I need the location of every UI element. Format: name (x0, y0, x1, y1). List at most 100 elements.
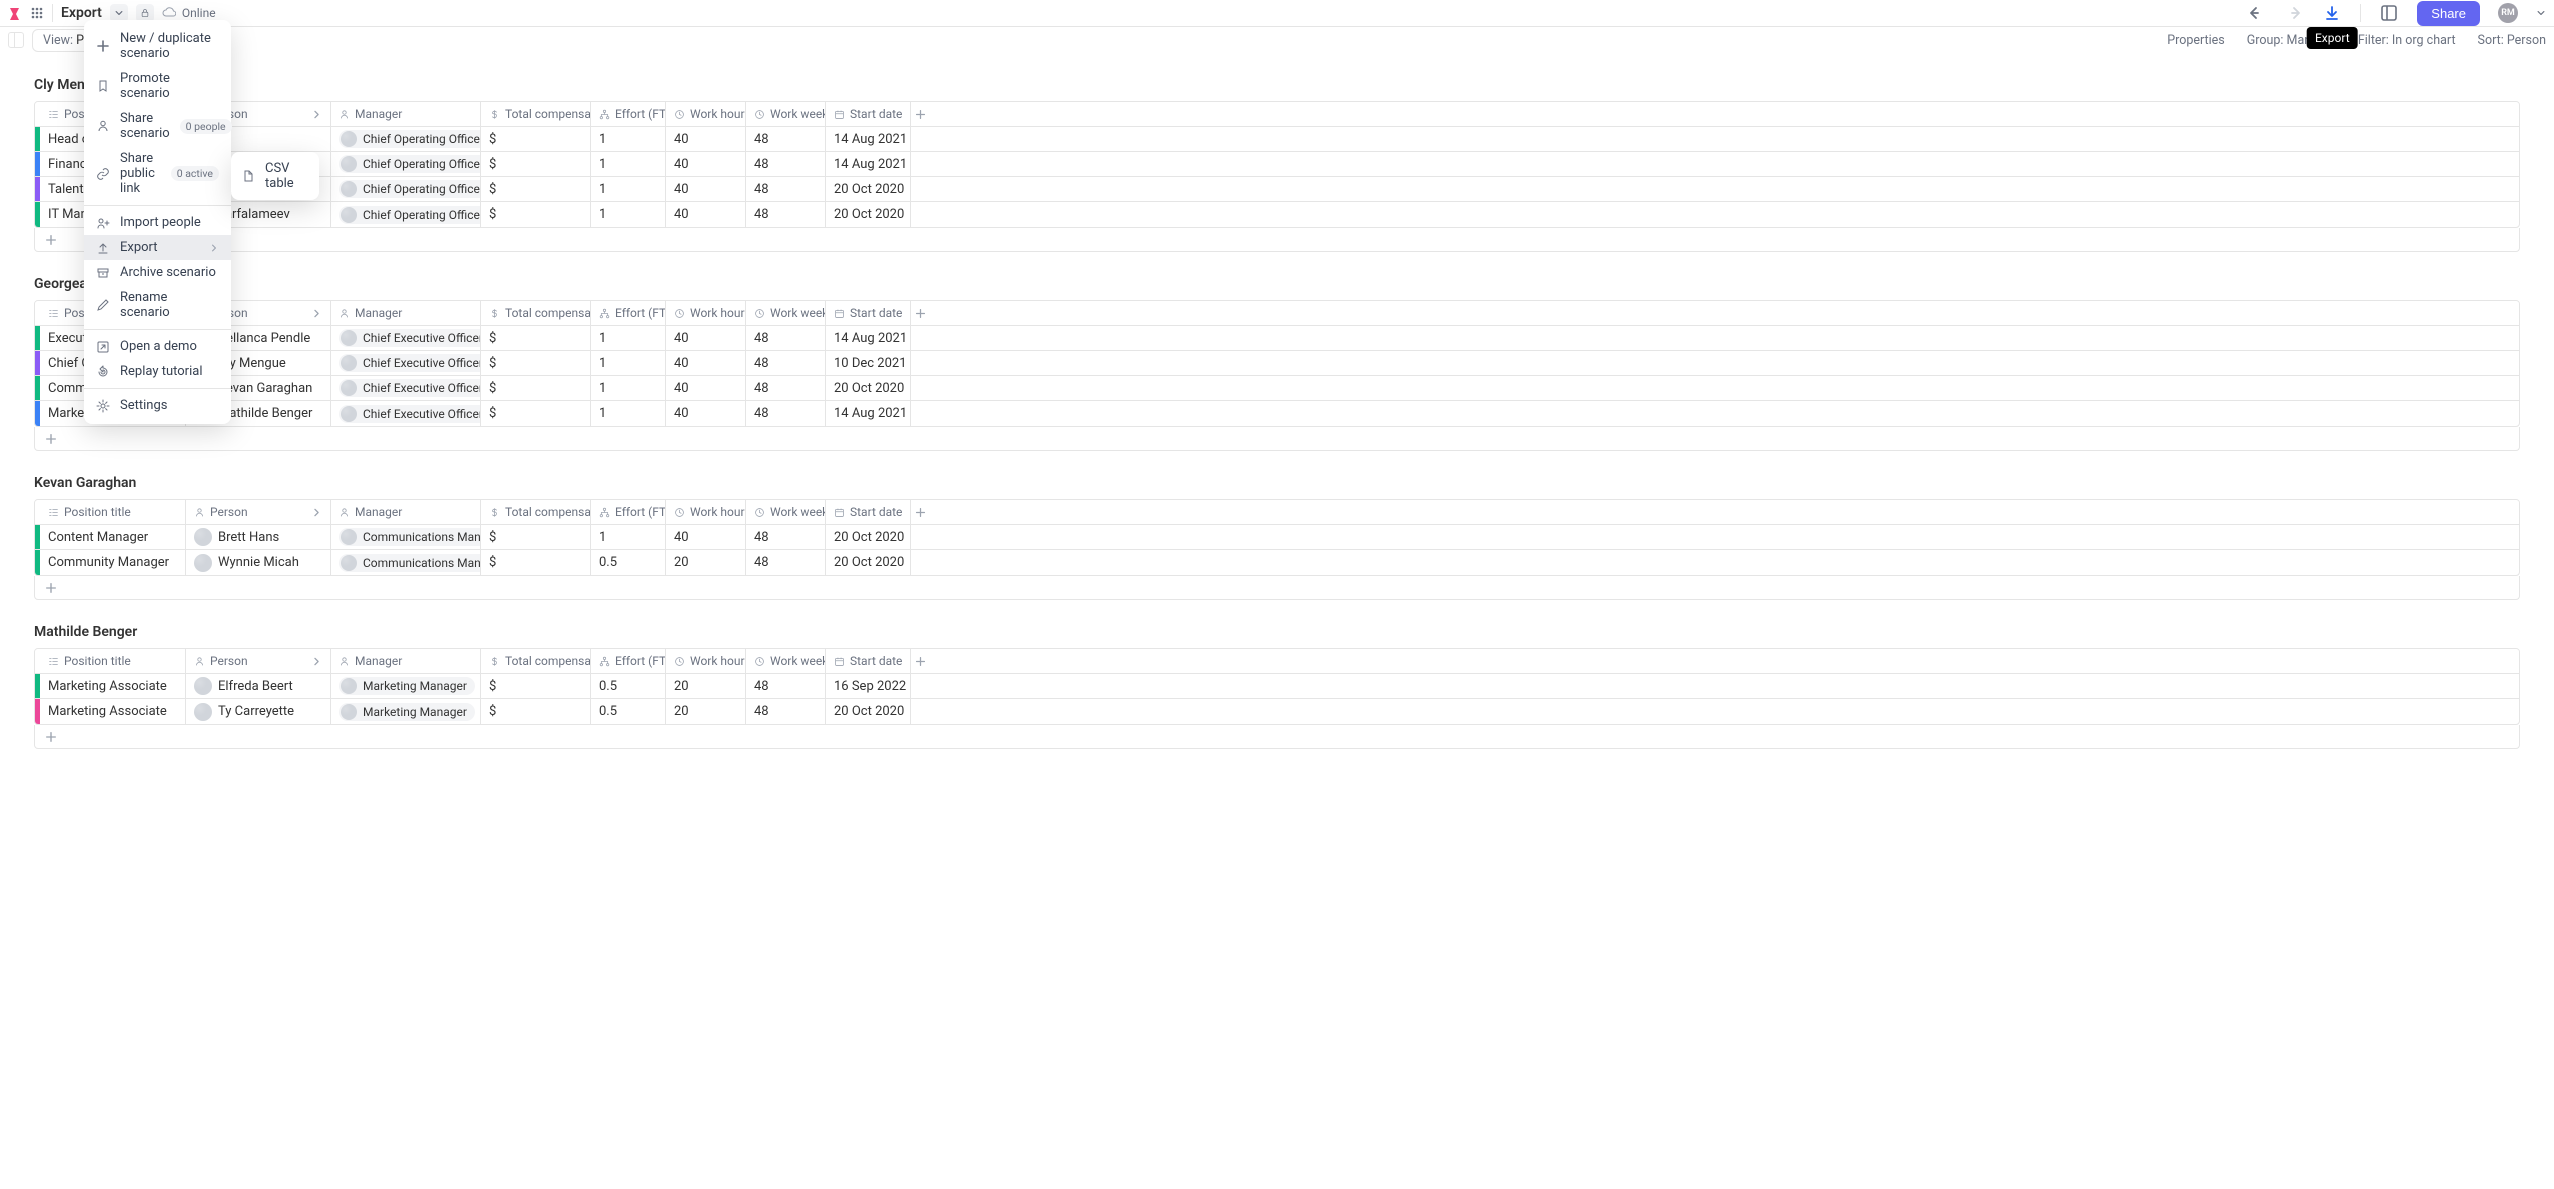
menu-promote-scenario[interactable]: Promote scenario (84, 66, 231, 106)
cell-start[interactable]: 16 Sep 2022 (826, 674, 911, 698)
download-button[interactable] (2322, 3, 2342, 23)
cell-manager[interactable]: Chief Operating Officer (331, 152, 481, 176)
cell-person[interactable]: Wynnie Micah (186, 550, 331, 575)
col-start[interactable]: Start date (826, 301, 911, 325)
cell-weeks[interactable]: 48 (746, 674, 826, 698)
cell-position[interactable]: Marketing Associate (40, 699, 186, 724)
col-manager[interactable]: Manager (331, 301, 481, 325)
col-total-comp[interactable]: Total compensation (481, 500, 591, 524)
manager-chip[interactable]: Chief Operating Officer (339, 130, 481, 148)
table-row[interactable]: Marketing Associate Ty Carreyette Market… (35, 699, 2519, 724)
filter-button[interactable]: Filter: In org chart (2358, 33, 2456, 48)
cell-hours[interactable]: 40 (666, 351, 746, 375)
cell-manager[interactable]: Chief Operating Officer (331, 177, 481, 201)
cell-manager[interactable]: Communications Manager (331, 550, 481, 575)
menu-open-demo[interactable]: Open a demo (84, 334, 231, 359)
add-column-button[interactable] (911, 651, 929, 672)
user-avatar[interactable]: RM (2498, 3, 2518, 23)
col-person[interactable]: Person (186, 500, 331, 524)
manager-chip[interactable]: Chief Operating Officer (339, 155, 481, 173)
manager-chip[interactable]: Marketing Manager (339, 703, 475, 721)
menu-settings[interactable]: Settings (84, 393, 231, 418)
cell-position[interactable]: Community Manager (40, 550, 186, 575)
group-title[interactable]: Mathilde Benger (34, 624, 2520, 640)
cell-hours[interactable]: 40 (666, 152, 746, 176)
cell-hours[interactable]: 40 (666, 401, 746, 426)
cell-manager[interactable]: Chief Executive Officer (331, 376, 481, 400)
add-row-button[interactable] (34, 725, 2520, 749)
cell-start[interactable]: 14 Aug 2021 (826, 127, 911, 151)
cell-manager[interactable]: Chief Executive Officer (331, 351, 481, 375)
cell-hours[interactable]: 40 (666, 127, 746, 151)
cell-fte[interactable]: 0.5 (591, 699, 666, 724)
table-row[interactable]: Communications Manager Kevan Garaghan Ch… (35, 376, 2519, 401)
cell-weeks[interactable]: 48 (746, 326, 826, 350)
cell-hours[interactable]: 20 (666, 674, 746, 698)
share-button[interactable]: Share (2417, 1, 2480, 26)
cell-weeks[interactable]: 48 (746, 401, 826, 426)
menu-archive-scenario[interactable]: Archive scenario (84, 260, 231, 285)
cell-comp[interactable]: $ (481, 699, 591, 724)
cell-hours[interactable]: 40 (666, 525, 746, 549)
col-weeks[interactable]: Work weeks / year (746, 649, 826, 673)
cell-fte[interactable]: 0.5 (591, 674, 666, 698)
cell-fte[interactable]: 1 (591, 127, 666, 151)
table-row[interactable]: Finance Manager ppitt Chief Operating Of… (35, 152, 2519, 177)
cell-weeks[interactable]: 48 (746, 525, 826, 549)
cell-comp[interactable]: $ (481, 326, 591, 350)
cell-manager[interactable]: Chief Executive Officer (331, 326, 481, 350)
add-row-button[interactable] (34, 576, 2520, 600)
cell-start[interactable]: 10 Dec 2021 (826, 351, 911, 375)
panel-toggle-button[interactable] (8, 32, 24, 48)
cell-comp[interactable]: $ (481, 127, 591, 151)
cell-person[interactable]: Elfreda Beert (186, 674, 331, 698)
cell-fte[interactable]: 1 (591, 525, 666, 549)
menu-new-scenario[interactable]: New / duplicate scenario (84, 26, 231, 66)
cell-position[interactable]: Content Manager (40, 525, 186, 549)
cell-weeks[interactable]: 48 (746, 152, 826, 176)
table-row[interactable]: IT Manager Farfalameev Chief Operating O… (35, 202, 2519, 227)
app-logo[interactable] (8, 6, 22, 20)
cell-hours[interactable]: 40 (666, 177, 746, 201)
cell-comp[interactable]: $ (481, 202, 591, 227)
cell-fte[interactable]: 1 (591, 376, 666, 400)
col-weeks[interactable]: Work weeks / year (746, 301, 826, 325)
cell-weeks[interactable]: 48 (746, 202, 826, 227)
cell-person[interactable]: Brett Hans (186, 525, 331, 549)
cell-comp[interactable]: $ (481, 177, 591, 201)
table-row[interactable]: Content Manager Brett Hans Communication… (35, 525, 2519, 550)
cell-fte[interactable]: 1 (591, 326, 666, 350)
cell-manager[interactable]: Chief Operating Officer (331, 127, 481, 151)
add-column-button[interactable] (911, 104, 929, 125)
manager-chip[interactable]: Chief Operating Officer (339, 180, 481, 198)
cell-weeks[interactable]: 48 (746, 127, 826, 151)
table-row[interactable]: Community Manager Wynnie Micah Communica… (35, 550, 2519, 575)
cell-start[interactable]: 20 Oct 2020 (826, 202, 911, 227)
cell-manager[interactable]: Chief Executive Officer (331, 401, 481, 426)
col-hours[interactable]: Work hours / week (666, 301, 746, 325)
cell-person[interactable]: Ty Carreyette (186, 699, 331, 724)
cell-comp[interactable]: $ (481, 525, 591, 549)
col-effort[interactable]: Effort (FTE) (591, 649, 666, 673)
add-row-button[interactable] (34, 228, 2520, 252)
manager-chip[interactable]: Chief Executive Officer (339, 379, 481, 397)
cell-start[interactable]: 20 Oct 2020 (826, 525, 911, 549)
apps-menu-icon[interactable] (30, 6, 44, 20)
submenu-csv-table[interactable]: CSV table (231, 156, 319, 196)
cell-comp[interactable]: $ (481, 401, 591, 426)
cell-hours[interactable]: 20 (666, 699, 746, 724)
col-weeks[interactable]: Work weeks / year (746, 500, 826, 524)
cell-start[interactable]: 20 Oct 2020 (826, 376, 911, 400)
group-title[interactable]: Cly Mengue (34, 77, 2520, 93)
group-title[interactable]: Kevan Garaghan (34, 475, 2520, 491)
col-start[interactable]: Start date (826, 500, 911, 524)
cell-weeks[interactable]: 48 (746, 376, 826, 400)
manager-chip[interactable]: Communications Manager (339, 528, 481, 546)
col-total-comp[interactable]: Total compensation (481, 301, 591, 325)
col-effort[interactable]: Effort (FTE) (591, 301, 666, 325)
col-effort[interactable]: Effort (FTE) (591, 102, 666, 126)
cell-manager[interactable]: Marketing Manager (331, 674, 481, 698)
col-effort[interactable]: Effort (FTE) (591, 500, 666, 524)
cell-hours[interactable]: 40 (666, 202, 746, 227)
col-total-comp[interactable]: Total compensation (481, 649, 591, 673)
